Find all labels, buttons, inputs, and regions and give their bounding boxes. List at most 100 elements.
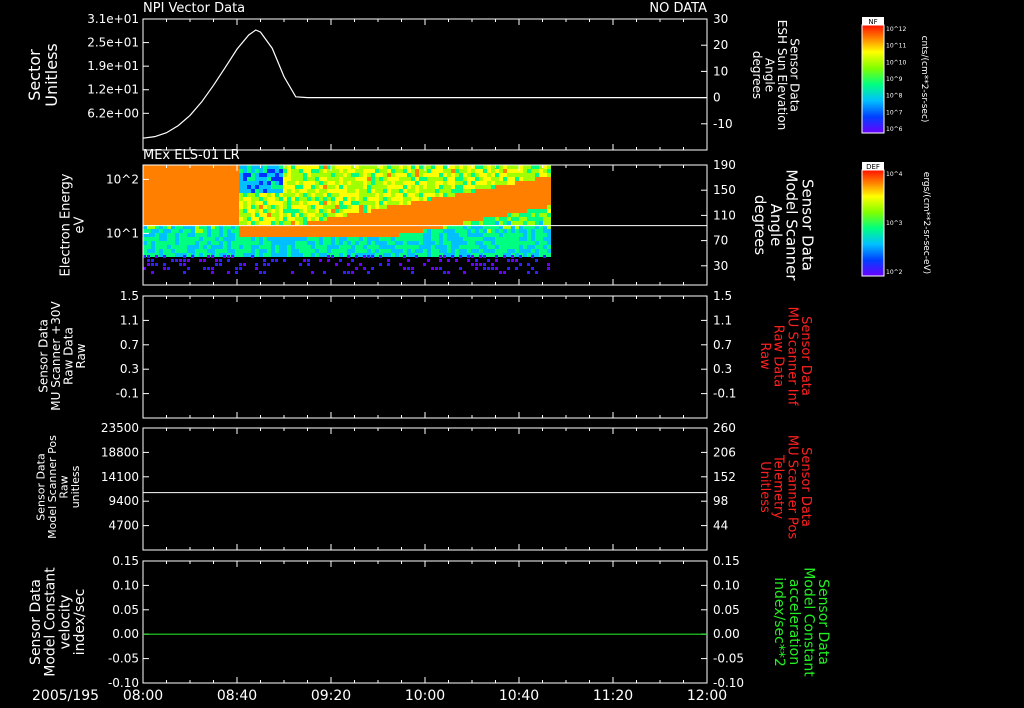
panel2-heatmap-cell: [427, 165, 431, 169]
panel2-heatmap-cell: [335, 241, 339, 245]
panel2-heatmap-cell: [439, 189, 443, 193]
panel2-heatmap-cell: [287, 229, 291, 233]
panel2-heatmap-cell: [479, 189, 483, 193]
panel2-heatmap-cell: [251, 255, 254, 258]
panel2-heatmap-cell: [163, 197, 167, 201]
panel2-heatmap-cell: [315, 173, 319, 177]
panel2-heatmap-cell: [255, 193, 259, 197]
panel2-heatmap-cell: [319, 185, 323, 189]
panel2-heatmap-cell: [331, 221, 335, 225]
panel2-heatmap-cell: [483, 205, 487, 209]
panel2-heatmap-cell: [363, 209, 367, 213]
panel2-heatmap-cell: [427, 245, 431, 249]
panel2-heatmap-cell: [259, 249, 263, 253]
panel2-heatmap-cell: [343, 271, 346, 274]
colorbar-tag: NF: [868, 18, 877, 26]
panel2-heatmap-cell: [403, 193, 407, 197]
panel2-heatmap-cell: [499, 193, 503, 197]
panel2-heatmap-cell: [291, 245, 295, 249]
panel2-heatmap-cell: [283, 253, 287, 257]
panel2-heatmap-cell: [195, 249, 199, 253]
panel2-heatmap-cell: [207, 177, 211, 181]
panel2-heatmap-cell: [335, 253, 339, 257]
panel2-heatmap-cell: [291, 177, 295, 181]
panel2-heatmap-cell: [375, 205, 379, 209]
panel2-heatmap-cell: [491, 267, 494, 270]
panel2-heatmap-cell: [207, 221, 211, 225]
panel2-heatmap-cell: [335, 205, 339, 209]
panel2-heatmap-cell: [391, 173, 395, 177]
panel2-heatmap-cell: [459, 197, 463, 201]
panel2-heatmap-cell: [363, 267, 366, 270]
panel2-heatmap-cell: [299, 201, 303, 205]
panel2-heatmap-cell: [443, 189, 447, 193]
panel2-heatmap-cell: [295, 229, 299, 233]
panel2-heatmap-cell: [347, 245, 351, 249]
panel2-heatmap-cell: [419, 245, 423, 249]
panel2-heatmap-cell: [539, 233, 543, 237]
panel2-heatmap-cell: [271, 217, 275, 221]
panel2-heatmap-cell: [347, 177, 351, 181]
panel2-heatmap-cell: [419, 181, 423, 185]
panel2-heatmap-cell: [191, 255, 194, 258]
panel2-heatmap-cell: [411, 221, 415, 225]
panel2-heatmap-cell: [235, 267, 238, 270]
panel2-heatmap-cell: [319, 259, 322, 262]
panel2-heatmap-cell: [355, 241, 359, 245]
panel2-heatmap-cell: [251, 177, 255, 181]
panel2-heatmap-cell: [347, 221, 351, 225]
panel2-heatmap-cell: [279, 169, 283, 173]
panel2-heatmap-cell: [335, 189, 339, 193]
panel2-heatmap-cell: [311, 185, 315, 189]
panel2-heatmap-cell: [351, 205, 355, 209]
panel2-heatmap-cell: [543, 217, 547, 221]
panel2-heatmap-cell: [483, 249, 487, 253]
panel2-heatmap-cell: [243, 173, 247, 177]
panel2-heatmap-cell: [143, 201, 147, 205]
panel2-heatmap-cell: [395, 253, 399, 257]
panel2-heatmap-cell: [163, 263, 166, 266]
panel2-heatmap-cell: [447, 197, 451, 201]
panel2-heatmap-cell: [235, 245, 239, 249]
panel2-heatmap-cell: [487, 241, 491, 245]
panel2-heatmap-cell: [183, 221, 187, 225]
panel2-heatmap-cell: [491, 209, 495, 213]
panel2-heatmap-cell: [431, 253, 435, 257]
panel2-heatmap-cell: [187, 241, 191, 245]
panel2-heatmap-cell: [427, 201, 431, 205]
panel2-heatmap-cell: [275, 249, 279, 253]
panel2-heatmap-cell: [271, 197, 275, 201]
panel2-heatmap-cell: [299, 263, 302, 266]
panel2-heatmap-cell: [275, 221, 279, 225]
panel2-heatmap-cell: [267, 189, 271, 193]
panel2-heatmap-cell: [183, 259, 186, 262]
panel2-heatmap-cell: [347, 181, 351, 185]
panel2-heatmap-cell: [531, 209, 535, 213]
panel2-heatmap-cell: [315, 193, 319, 197]
panel2-heatmap-cell: [515, 177, 519, 181]
panel2-heatmap-cell: [399, 185, 403, 189]
panel2-heatmap-cell: [151, 213, 155, 217]
panel2-heatmap-cell: [195, 245, 199, 249]
panel2-heatmap-cell: [163, 237, 167, 241]
panel2-heatmap-cell: [283, 201, 287, 205]
panel2-heatmap-cell: [235, 189, 239, 193]
panel2-heatmap-cell: [279, 217, 283, 221]
panel2-heatmap-cell: [323, 189, 327, 193]
panel2-heatmap-cell: [403, 185, 407, 189]
panel2-ylabel-left: Electron EnergyeV: [59, 173, 88, 276]
panel2-heatmap-cell: [411, 201, 415, 205]
panel2-heatmap-cell: [231, 255, 234, 258]
panel2-heatmap-cell: [267, 249, 271, 253]
panel2-heatmap-cell: [499, 271, 502, 274]
panel2-heatmap-cell: [523, 205, 527, 209]
panel2-heatmap-cell: [427, 193, 431, 197]
panel2-heatmap-cell: [175, 229, 179, 233]
panel2-heatmap-cell: [451, 201, 455, 205]
panel2-heatmap-cell: [319, 165, 323, 169]
panel2-heatmap-cell: [511, 217, 515, 221]
panel2-heatmap-cell: [287, 193, 291, 197]
panel2-heatmap-cell: [219, 177, 223, 181]
panel2-heatmap-cell: [411, 181, 415, 185]
panel2-heatmap-cell: [363, 189, 367, 193]
